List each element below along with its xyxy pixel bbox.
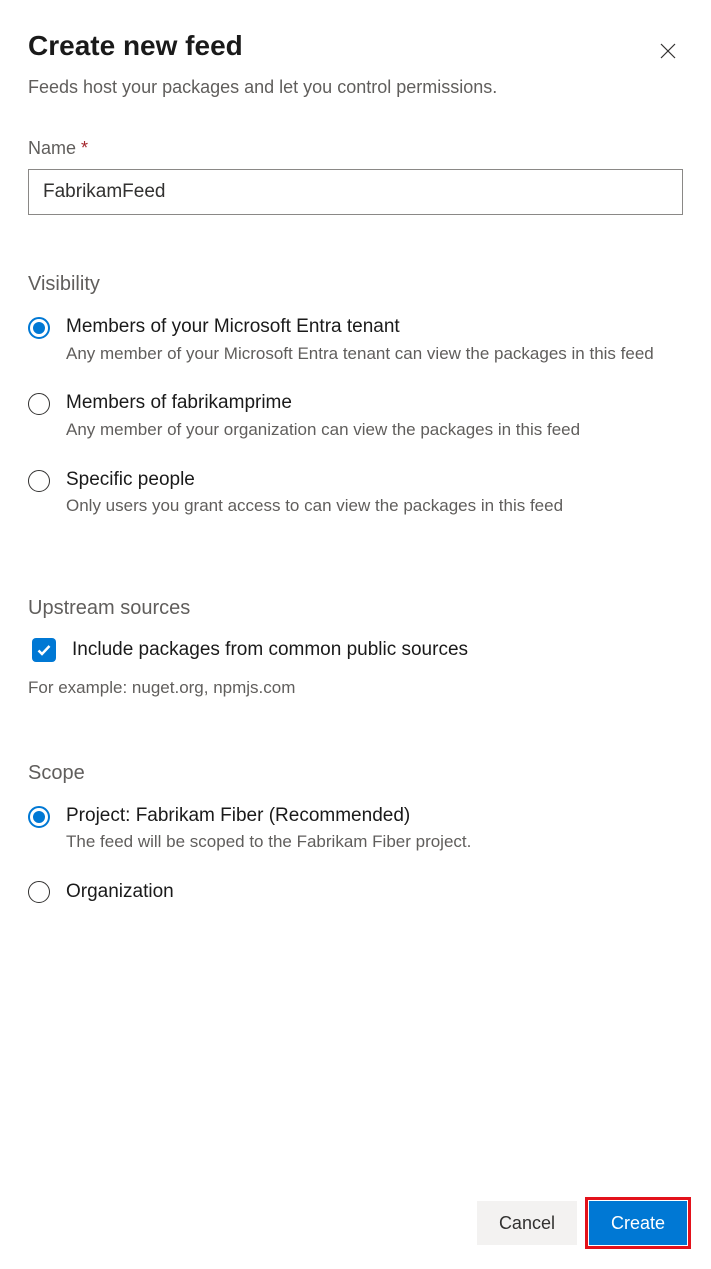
radio-title: Members of your Microsoft Entra tenant	[66, 314, 683, 340]
upstream-checkbox[interactable]: Include packages from common public sour…	[28, 638, 683, 662]
name-label: Name *	[28, 138, 683, 159]
visibility-option-org[interactable]: Members of fabrikamprime Any member of y…	[28, 390, 683, 442]
radio-title: Members of fabrikamprime	[66, 390, 683, 416]
scope-heading: Scope	[28, 762, 683, 785]
radio-icon	[28, 881, 50, 903]
scope-option-project[interactable]: Project: Fabrikam Fiber (Recommended) Th…	[28, 803, 683, 855]
radio-title: Project: Fabrikam Fiber (Recommended)	[66, 803, 683, 829]
radio-desc: The feed will be scoped to the Fabrikam …	[66, 830, 683, 855]
radio-icon	[28, 393, 50, 415]
close-icon	[659, 48, 677, 63]
upstream-example: For example: nuget.org, npmjs.com	[28, 678, 683, 698]
radio-icon	[28, 806, 50, 828]
button-bar: Cancel Create	[477, 1201, 687, 1245]
dialog-subtitle: Feeds host your packages and let you con…	[28, 77, 683, 98]
close-button[interactable]	[653, 36, 683, 69]
radio-icon	[28, 317, 50, 339]
radio-title: Specific people	[66, 467, 683, 493]
cancel-button[interactable]: Cancel	[477, 1201, 577, 1245]
radio-desc: Only users you grant access to can view …	[66, 494, 683, 519]
dialog-title: Create new feed	[28, 30, 243, 62]
visibility-option-specific[interactable]: Specific people Only users you grant acc…	[28, 467, 683, 519]
scope-option-organization[interactable]: Organization	[28, 879, 683, 905]
create-button[interactable]: Create	[589, 1201, 687, 1245]
radio-icon	[28, 470, 50, 492]
upstream-heading: Upstream sources	[28, 597, 683, 620]
checkbox-icon	[32, 638, 56, 662]
required-mark: *	[76, 138, 88, 158]
radio-title: Organization	[66, 879, 683, 905]
name-input[interactable]	[28, 169, 683, 215]
visibility-heading: Visibility	[28, 273, 683, 296]
upstream-checkbox-label: Include packages from common public sour…	[72, 639, 468, 661]
visibility-option-tenant[interactable]: Members of your Microsoft Entra tenant A…	[28, 314, 683, 366]
radio-desc: Any member of your organization can view…	[66, 418, 683, 443]
radio-desc: Any member of your Microsoft Entra tenan…	[66, 342, 683, 367]
